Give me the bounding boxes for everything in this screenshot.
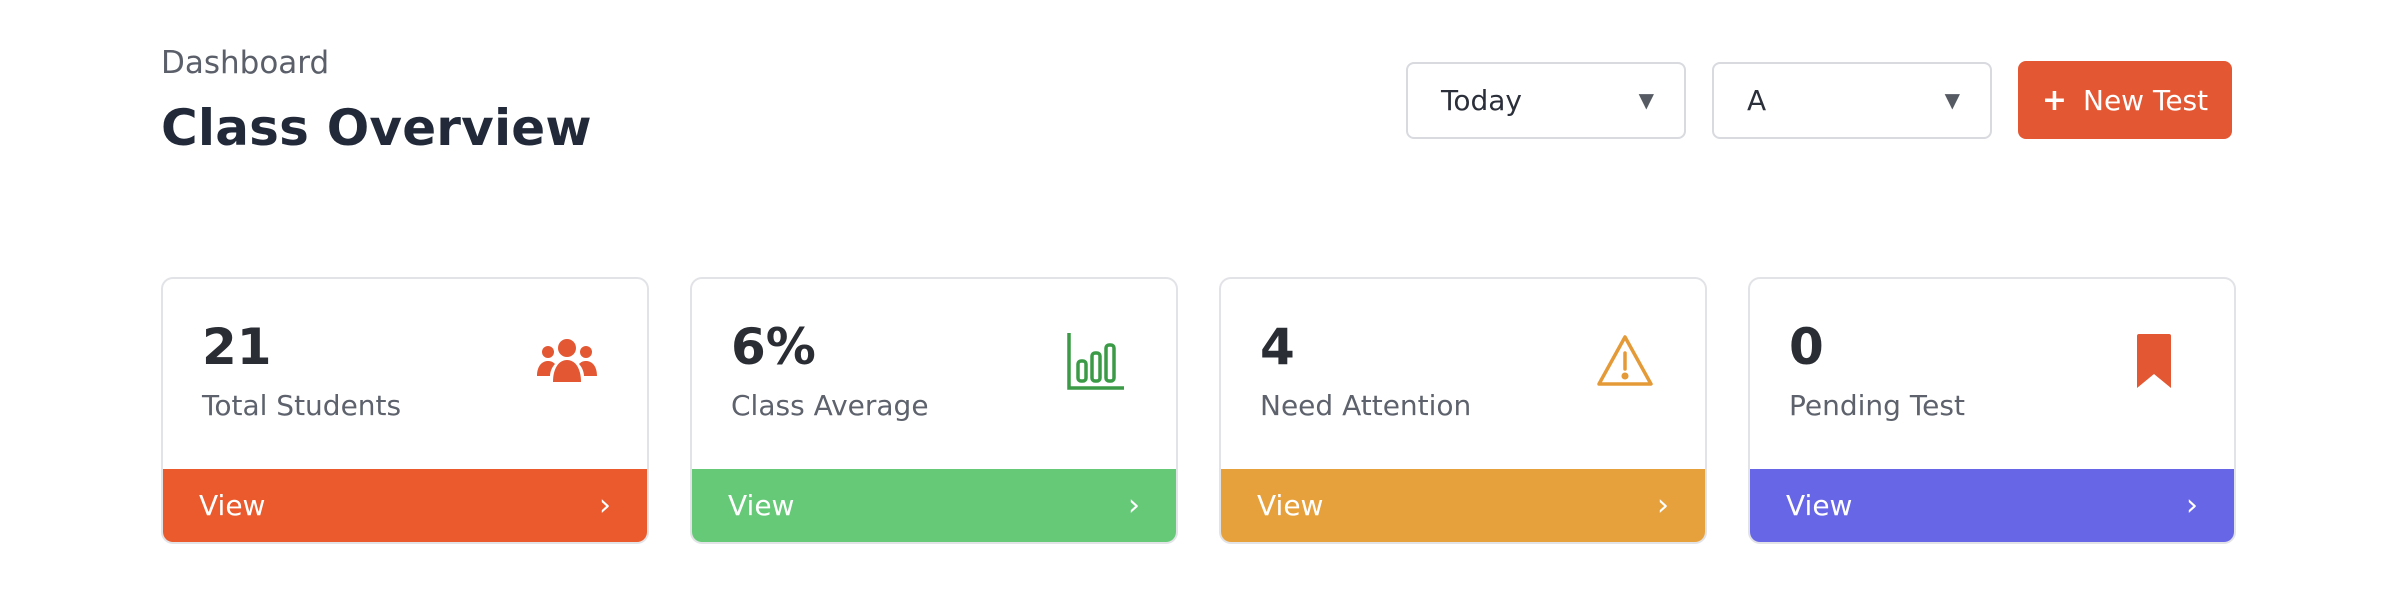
section-select-value: A — [1747, 83, 1767, 117]
period-select-value: Today — [1441, 83, 1522, 117]
new-test-label: New Test — [2083, 83, 2209, 117]
warning-icon — [1593, 329, 1657, 393]
dashboard-page: Dashboard Class Overview Today ▼ A ▼ + N… — [0, 0, 2386, 594]
footer-label: View — [1786, 489, 1853, 522]
bar-chart-icon — [1064, 329, 1128, 393]
stat-card-body: 4 Need Attention — [1221, 279, 1705, 471]
chevron-right-icon: › — [1657, 488, 1669, 523]
chevron-down-icon: ▼ — [1638, 88, 1654, 112]
section-select[interactable]: A ▼ — [1712, 61, 1992, 139]
chevron-right-icon: › — [1128, 488, 1140, 523]
stat-card-total-students: 21 Total Students View › — [161, 277, 649, 544]
view-class-average-link[interactable]: View › — [692, 469, 1176, 542]
period-select[interactable]: Today ▼ — [1406, 61, 1686, 139]
chevron-right-icon: › — [599, 488, 611, 523]
stat-card-body: 6% Class Average — [692, 279, 1176, 471]
chevron-right-icon: › — [2186, 488, 2198, 523]
footer-label: View — [1257, 489, 1324, 522]
plus-icon: + — [2041, 82, 2067, 118]
users-icon — [535, 329, 599, 393]
view-total-students-link[interactable]: View › — [163, 469, 647, 542]
stat-label: Need Attention — [1260, 389, 1472, 422]
stat-card-body: 21 Total Students — [163, 279, 647, 471]
footer-label: View — [728, 489, 795, 522]
bookmark-icon — [2122, 329, 2186, 393]
stat-card-need-attention: 4 Need Attention View › — [1219, 277, 1707, 544]
stat-card-pending-test: 0 Pending Test View › — [1748, 277, 2236, 544]
page-header: Dashboard Class Overview — [161, 38, 592, 168]
stat-card-body: 0 Pending Test — [1750, 279, 2234, 471]
header-controls: Today ▼ A ▼ + New Test — [1406, 61, 2232, 139]
stat-label: Total Students — [202, 389, 402, 422]
breadcrumb: Dashboard — [161, 45, 330, 81]
stat-card-class-average: 6% Class Average View › — [690, 277, 1178, 544]
stat-label: Pending Test — [1789, 389, 1965, 422]
page-title: Class Overview — [161, 99, 592, 157]
stat-cards: 21 Total Students View › 6% Class Averag… — [161, 277, 2236, 544]
new-test-button[interactable]: + New Test — [2018, 61, 2232, 139]
view-need-attention-link[interactable]: View › — [1221, 469, 1705, 542]
stat-label: Class Average — [731, 389, 929, 422]
chevron-down-icon: ▼ — [1944, 88, 1960, 112]
footer-label: View — [199, 489, 266, 522]
view-pending-test-link[interactable]: View › — [1750, 469, 2234, 542]
